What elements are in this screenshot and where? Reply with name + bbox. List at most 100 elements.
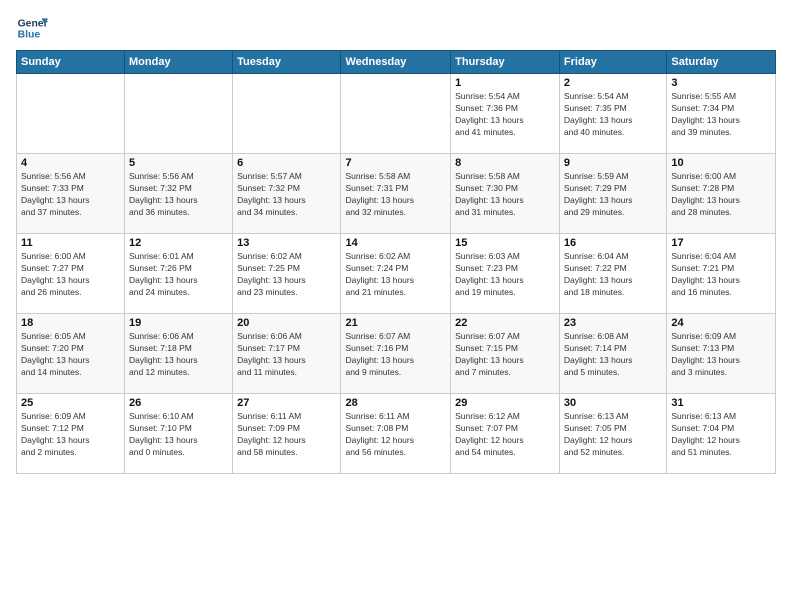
day-number: 5 [129, 157, 228, 169]
day-info: Sunrise: 6:11 AM Sunset: 7:08 PM Dayligh… [345, 411, 446, 459]
day-info: Sunrise: 5:58 AM Sunset: 7:30 PM Dayligh… [455, 171, 555, 219]
calendar-cell: 31 Sunrise: 6:13 AM Sunset: 7:04 PM Dayli… [667, 394, 776, 474]
day-info: Sunrise: 6:08 AM Sunset: 7:14 PM Dayligh… [564, 331, 662, 379]
weekday-header-tuesday: Tuesday [233, 51, 341, 74]
day-info: Sunrise: 6:02 AM Sunset: 7:25 PM Dayligh… [237, 251, 336, 299]
day-info: Sunrise: 5:56 AM Sunset: 7:33 PM Dayligh… [21, 171, 120, 219]
day-info: Sunrise: 6:13 AM Sunset: 7:04 PM Dayligh… [671, 411, 771, 459]
day-number: 10 [671, 157, 771, 169]
day-info: Sunrise: 6:09 AM Sunset: 7:13 PM Dayligh… [671, 331, 771, 379]
calendar-cell [125, 74, 233, 154]
logo-icon: General Blue [16, 12, 48, 44]
day-info: Sunrise: 5:54 AM Sunset: 7:35 PM Dayligh… [564, 91, 662, 139]
day-number: 23 [564, 317, 662, 329]
calendar-cell: 12 Sunrise: 6:01 AM Sunset: 7:26 PM Dayli… [125, 234, 233, 314]
calendar-cell: 5Sunrise: 5:56 AM Sunset: 7:32 PM Daylig… [125, 154, 233, 234]
day-info: Sunrise: 6:12 AM Sunset: 7:07 PM Dayligh… [455, 411, 555, 459]
week-row-4: 18 Sunrise: 6:05 AM Sunset: 7:20 PM Dayli… [17, 314, 776, 394]
calendar-header: SundayMondayTuesdayWednesdayThursdayFrid… [17, 51, 776, 74]
calendar-cell: 6 Sunrise: 5:57 AM Sunset: 7:32 PM Daylig… [233, 154, 341, 234]
calendar-table: SundayMondayTuesdayWednesdayThursdayFrid… [16, 50, 776, 474]
calendar-cell: 8 Sunrise: 5:58 AM Sunset: 7:30 PM Daylig… [451, 154, 560, 234]
calendar-cell: 3 Sunrise: 5:55 AM Sunset: 7:34 PM Daylig… [667, 74, 776, 154]
day-info: Sunrise: 6:11 AM Sunset: 7:09 PM Dayligh… [237, 411, 336, 459]
day-number: 19 [129, 317, 228, 329]
day-info: Sunrise: 6:05 AM Sunset: 7:20 PM Dayligh… [21, 331, 120, 379]
day-info: Sunrise: 5:57 AM Sunset: 7:32 PM Dayligh… [237, 171, 336, 219]
logo: General Blue [16, 12, 32, 44]
day-number: 24 [671, 317, 771, 329]
day-number: 13 [237, 237, 336, 249]
day-number: 11 [21, 237, 120, 249]
week-row-2: 4 Sunrise: 5:56 AM Sunset: 7:33 PM Daylig… [17, 154, 776, 234]
svg-text:Blue: Blue [18, 30, 41, 41]
day-info: Sunrise: 6:01 AM Sunset: 7:26 PM Dayligh… [129, 251, 228, 299]
day-number: 6 [237, 157, 336, 169]
calendar-cell: 24 Sunrise: 6:09 AM Sunset: 7:13 PM Dayli… [667, 314, 776, 394]
day-number: 31 [671, 397, 771, 409]
day-info: Sunrise: 6:04 AM Sunset: 7:21 PM Dayligh… [671, 251, 771, 299]
day-number: 14 [345, 237, 446, 249]
calendar-cell: 22 Sunrise: 6:07 AM Sunset: 7:15 PM Dayli… [451, 314, 560, 394]
day-info: Sunrise: 5:59 AM Sunset: 7:29 PM Dayligh… [564, 171, 662, 219]
day-number: 21 [345, 317, 446, 329]
day-number: 29 [455, 397, 555, 409]
day-number: 9 [564, 157, 662, 169]
day-info: Sunrise: 6:06 AM Sunset: 7:17 PM Dayligh… [237, 331, 336, 379]
day-number: 12 [129, 237, 228, 249]
day-info: Sunrise: 6:13 AM Sunset: 7:05 PM Dayligh… [564, 411, 662, 459]
weekday-header-thursday: Thursday [451, 51, 560, 74]
calendar-cell: 23 Sunrise: 6:08 AM Sunset: 7:14 PM Dayli… [559, 314, 666, 394]
weekday-header-friday: Friday [559, 51, 666, 74]
day-number: 26 [129, 397, 228, 409]
day-number: 22 [455, 317, 555, 329]
day-number: 20 [237, 317, 336, 329]
day-info: Sunrise: 5:54 AM Sunset: 7:36 PM Dayligh… [455, 91, 555, 139]
calendar-cell [17, 74, 125, 154]
calendar-cell: 27 Sunrise: 6:11 AM Sunset: 7:09 PM Dayli… [233, 394, 341, 474]
day-info: Sunrise: 6:06 AM Sunset: 7:18 PM Dayligh… [129, 331, 228, 379]
week-row-5: 25Sunrise: 6:09 AM Sunset: 7:12 PM Dayli… [17, 394, 776, 474]
weekday-header-monday: Monday [125, 51, 233, 74]
day-number: 3 [671, 77, 771, 89]
calendar-cell: 29 Sunrise: 6:12 AM Sunset: 7:07 PM Dayli… [451, 394, 560, 474]
day-number: 18 [21, 317, 120, 329]
day-number: 16 [564, 237, 662, 249]
calendar-cell: 9 Sunrise: 5:59 AM Sunset: 7:29 PM Daylig… [559, 154, 666, 234]
calendar-cell [341, 74, 451, 154]
calendar-cell: 26 Sunrise: 6:10 AM Sunset: 7:10 PM Dayli… [125, 394, 233, 474]
calendar-cell: 7Sunrise: 5:58 AM Sunset: 7:31 PM Daylig… [341, 154, 451, 234]
page: General Blue SundayMondayTuesdayWednesda… [0, 0, 792, 612]
day-number: 7 [345, 157, 446, 169]
week-row-1: 1Sunrise: 5:54 AM Sunset: 7:36 PM Daylig… [17, 74, 776, 154]
day-number: 15 [455, 237, 555, 249]
weekday-header-saturday: Saturday [667, 51, 776, 74]
calendar-cell: 18 Sunrise: 6:05 AM Sunset: 7:20 PM Dayli… [17, 314, 125, 394]
day-info: Sunrise: 5:55 AM Sunset: 7:34 PM Dayligh… [671, 91, 771, 139]
day-info: Sunrise: 6:04 AM Sunset: 7:22 PM Dayligh… [564, 251, 662, 299]
week-row-3: 11 Sunrise: 6:00 AM Sunset: 7:27 PM Dayli… [17, 234, 776, 314]
day-number: 17 [671, 237, 771, 249]
day-number: 27 [237, 397, 336, 409]
calendar-cell: 21 Sunrise: 6:07 AM Sunset: 7:16 PM Dayli… [341, 314, 451, 394]
day-info: Sunrise: 6:00 AM Sunset: 7:27 PM Dayligh… [21, 251, 120, 299]
day-number: 4 [21, 157, 120, 169]
day-info: Sunrise: 6:10 AM Sunset: 7:10 PM Dayligh… [129, 411, 228, 459]
day-info: Sunrise: 6:07 AM Sunset: 7:16 PM Dayligh… [345, 331, 446, 379]
calendar-cell: 10Sunrise: 6:00 AM Sunset: 7:28 PM Dayli… [667, 154, 776, 234]
calendar-cell: 20 Sunrise: 6:06 AM Sunset: 7:17 PM Dayli… [233, 314, 341, 394]
calendar-cell: 1Sunrise: 5:54 AM Sunset: 7:36 PM Daylig… [451, 74, 560, 154]
calendar-cell: 11 Sunrise: 6:00 AM Sunset: 7:27 PM Dayli… [17, 234, 125, 314]
calendar-cell: 16 Sunrise: 6:04 AM Sunset: 7:22 PM Dayli… [559, 234, 666, 314]
calendar-cell [233, 74, 341, 154]
weekday-header-wednesday: Wednesday [341, 51, 451, 74]
day-number: 2 [564, 77, 662, 89]
day-number: 8 [455, 157, 555, 169]
calendar-cell: 28Sunrise: 6:11 AM Sunset: 7:08 PM Dayli… [341, 394, 451, 474]
calendar-cell: 25Sunrise: 6:09 AM Sunset: 7:12 PM Dayli… [17, 394, 125, 474]
day-info: Sunrise: 6:03 AM Sunset: 7:23 PM Dayligh… [455, 251, 555, 299]
day-info: Sunrise: 6:07 AM Sunset: 7:15 PM Dayligh… [455, 331, 555, 379]
day-number: 30 [564, 397, 662, 409]
calendar-cell: 14Sunrise: 6:02 AM Sunset: 7:24 PM Dayli… [341, 234, 451, 314]
weekday-header-row: SundayMondayTuesdayWednesdayThursdayFrid… [17, 51, 776, 74]
